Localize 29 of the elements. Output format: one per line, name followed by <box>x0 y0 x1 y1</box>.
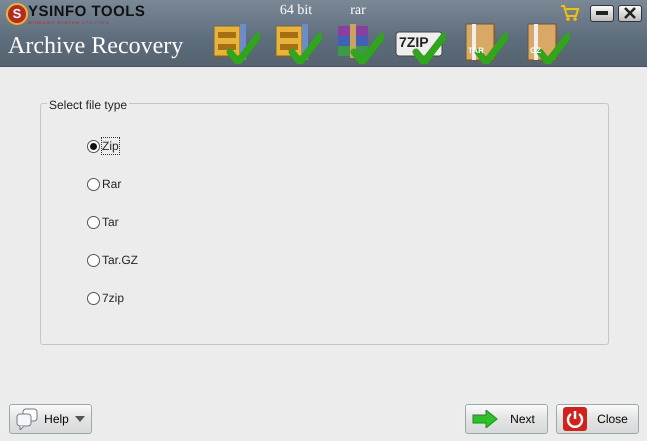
radio-label[interactable]: Tar <box>102 214 119 230</box>
minimize-button[interactable] <box>590 4 614 22</box>
logo-icon: S <box>6 3 28 25</box>
help-bubbles-icon <box>16 408 38 430</box>
radio-label[interactable]: Zip <box>102 138 119 154</box>
close-icon <box>624 7 636 19</box>
arrow-icon <box>472 410 498 428</box>
radio-button[interactable] <box>87 216 100 228</box>
radio-button[interactable] <box>87 292 100 304</box>
format-caption: rar <box>350 4 366 18</box>
format-label: 7ZIP <box>399 34 429 50</box>
caret-icon <box>75 416 85 422</box>
radio-button[interactable] <box>87 140 100 152</box>
help-button[interactable]: Help <box>9 404 92 434</box>
radio-label[interactable]: Rar <box>102 176 122 192</box>
power-icon <box>563 407 587 431</box>
logo-text: YSINFO TOOLS <box>28 3 146 20</box>
close-button[interactable]: Close <box>556 404 639 434</box>
radio-button[interactable] <box>87 254 100 266</box>
app-title: Archive Recovery <box>8 32 184 60</box>
cart-icon[interactable] <box>560 4 580 22</box>
radio-button[interactable] <box>87 178 100 190</box>
next-button[interactable]: Next <box>465 404 548 434</box>
close-button[interactable] <box>618 4 642 22</box>
format-label: GZ <box>530 46 542 55</box>
radio-label[interactable]: 7zip <box>102 290 124 306</box>
minimize-icon <box>596 11 608 15</box>
radio-label[interactable]: Tar.GZ <box>102 252 138 268</box>
format-caption: 64 bit <box>280 4 312 18</box>
